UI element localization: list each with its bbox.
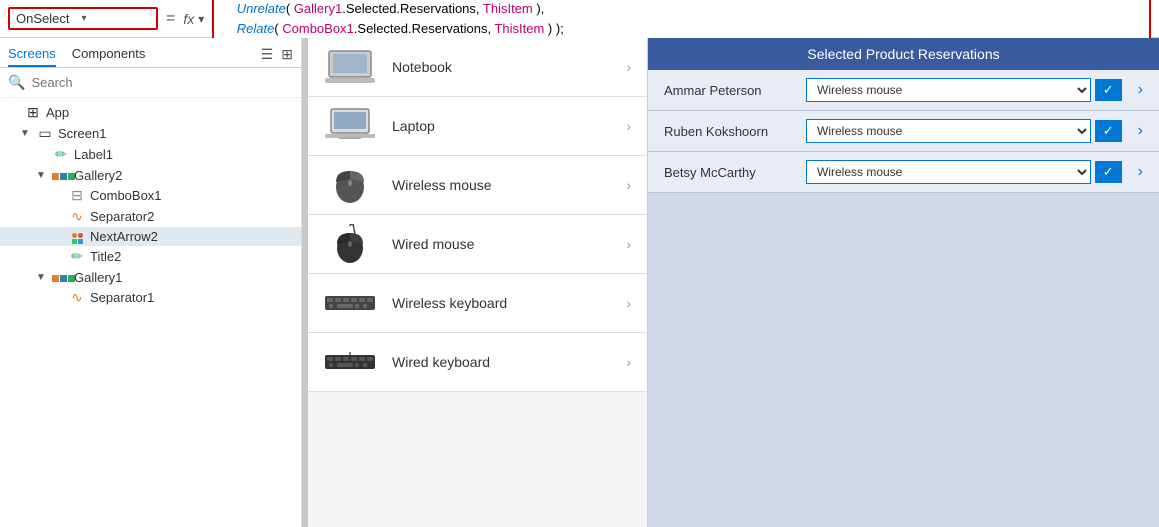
wired-keyboard-image <box>324 343 376 381</box>
row-arrow-ruben[interactable]: › <box>1138 122 1143 140</box>
formula-line-2: Unrelate( Gallery1.Selected.Reservations… <box>222 0 1141 19</box>
formula-selector[interactable]: OnSelect ▾ <box>8 7 158 30</box>
tree-item-label1[interactable]: ✏ Label1 <box>0 144 301 165</box>
gallery1-icon <box>52 269 70 285</box>
tree-item-separator1[interactable]: ∿ Separator1 <box>0 287 301 308</box>
main-content: Screens Components ☰ ⊞ 🔍 ⊞ App ▼ ▭ Scree… <box>0 38 1159 527</box>
wired-keyboard-arrow: › <box>626 354 631 370</box>
list-view-icon[interactable]: ☰ <box>261 46 274 63</box>
combo-btn-betsy[interactable]: ✓ <box>1095 161 1122 183</box>
fx-chevron: ▾ <box>198 12 204 26</box>
formula-selector-chevron: ▾ <box>81 13 86 24</box>
gallery-item-wireless-keyboard[interactable]: Wireless keyboard › <box>308 274 647 333</box>
tree-label-combobox1: ComboBox1 <box>90 188 162 203</box>
tree-arrow-gallery1: ▼ <box>36 272 48 283</box>
tree-item-gallery2[interactable]: ▼ Gallery2 <box>0 165 301 185</box>
tree-label-app: App <box>46 105 69 120</box>
tree-label-separator2: Separator2 <box>90 209 154 224</box>
tree-arrow-screen1: ▼ <box>20 128 32 139</box>
tab-screens[interactable]: Screens <box>8 42 56 67</box>
wired-mouse-image <box>324 225 376 263</box>
reservation-row-betsy: Betsy McCarthy Wireless mouse ✓ › <box>648 152 1159 193</box>
formula-bar: OnSelect ▾ = fx ▾ If( IsBlank( ComboBox1… <box>0 0 1159 38</box>
nextarrow2-icon <box>68 229 86 244</box>
tree-panel: ⊞ App ▼ ▭ Screen1 ✏ Label1 ▼ <box>0 98 301 527</box>
wireless-mouse-arrow: › <box>626 177 631 193</box>
row-arrow-ammar[interactable]: › <box>1138 81 1143 99</box>
wired-mouse-label: Wired mouse <box>392 236 610 252</box>
tree-label-title2: Title2 <box>90 249 121 264</box>
reservation-combo-betsy: Wireless mouse ✓ <box>806 160 1122 184</box>
tree-item-gallery1[interactable]: ▼ Gallery1 <box>0 267 301 287</box>
grid-view-icon[interactable]: ⊞ <box>281 46 293 63</box>
equals-sign: = <box>166 10 175 28</box>
reservation-combo-ammar: Wireless mouse ✓ <box>806 78 1122 102</box>
formula-line-3: Relate( ComboBox1.Selected.Reservations,… <box>222 19 1141 39</box>
combo-btn-ammar[interactable]: ✓ <box>1095 79 1122 101</box>
tree-item-combobox1[interactable]: ⊟ ComboBox1 <box>0 185 301 206</box>
tab-icons: ☰ ⊞ <box>261 46 293 63</box>
wired-keyboard-label: Wired keyboard <box>392 354 610 370</box>
product-gallery: Notebook › Laptop › <box>308 38 648 527</box>
tree-item-title2[interactable]: ✏ Title2 <box>0 246 301 267</box>
reservation-combo-ruben: Wireless mouse ✓ <box>806 119 1122 143</box>
wireless-keyboard-label: Wireless keyboard <box>392 295 610 311</box>
tree-label-gallery2: Gallery2 <box>74 168 122 183</box>
wired-mouse-arrow: › <box>626 236 631 252</box>
combo-select-betsy[interactable]: Wireless mouse <box>806 160 1091 184</box>
tree-label-nextarrow2: NextArrow2 <box>90 229 158 244</box>
tab-components[interactable]: Components <box>72 42 146 67</box>
left-panel: Screens Components ☰ ⊞ 🔍 ⊞ App ▼ ▭ Scree… <box>0 38 302 527</box>
combo-select-ruben[interactable]: Wireless mouse <box>806 119 1091 143</box>
reservation-row-ruben: Ruben Kokshoorn Wireless mouse ✓ › <box>648 111 1159 152</box>
search-input[interactable] <box>31 75 293 90</box>
wireless-keyboard-arrow: › <box>626 295 631 311</box>
gallery-item-wired-keyboard[interactable]: Wired keyboard › <box>308 333 647 392</box>
tree-item-screen1[interactable]: ▼ ▭ Screen1 <box>0 123 301 144</box>
reservation-name-ruben: Ruben Kokshoorn <box>664 124 794 139</box>
gallery-item-laptop[interactable]: Laptop › <box>308 97 647 156</box>
notebook-label: Notebook <box>392 59 610 75</box>
reservation-name-betsy: Betsy McCarthy <box>664 165 794 180</box>
gallery-item-wireless-mouse[interactable]: Wireless mouse › <box>308 156 647 215</box>
search-box: 🔍 <box>0 68 301 98</box>
notebook-image <box>324 48 376 86</box>
tree-item-separator2[interactable]: ∿ Separator2 <box>0 206 301 227</box>
wireless-keyboard-image <box>324 284 376 322</box>
reservation-row-ammar: Ammar Peterson Wireless mouse ✓ › <box>648 70 1159 111</box>
combo-btn-ruben[interactable]: ✓ <box>1095 120 1122 142</box>
laptop-label: Laptop <box>392 118 610 134</box>
combobox-icon: ⊟ <box>68 187 86 204</box>
tabs-bar: Screens Components ☰ ⊞ <box>0 38 301 68</box>
reservations-panel: Selected Product Reservations Ammar Pete… <box>648 38 1159 527</box>
wireless-mouse-image <box>324 166 376 204</box>
label-icon: ✏ <box>52 146 70 163</box>
separator1-icon: ∿ <box>68 289 86 306</box>
tree-label-label1: Label1 <box>74 147 113 162</box>
row-arrow-betsy[interactable]: › <box>1138 163 1143 181</box>
app-icon: ⊞ <box>24 104 42 121</box>
screen-icon: ▭ <box>36 125 54 142</box>
title2-icon: ✏ <box>68 248 86 265</box>
reservation-name-ammar: Ammar Peterson <box>664 83 794 98</box>
reservations-header: Selected Product Reservations <box>648 38 1159 70</box>
separator2-icon: ∿ <box>68 208 86 225</box>
tree-label-screen1: Screen1 <box>58 126 106 141</box>
notebook-arrow: › <box>626 59 631 75</box>
formula-name: OnSelect <box>16 11 69 26</box>
gallery2-icon <box>52 167 70 183</box>
laptop-image <box>324 107 376 145</box>
gallery-item-notebook[interactable]: Notebook › <box>308 38 647 97</box>
laptop-arrow: › <box>626 118 631 134</box>
tree-item-nextarrow2[interactable]: NextArrow2 <box>0 227 301 246</box>
wireless-mouse-label: Wireless mouse <box>392 177 610 193</box>
gallery-item-wired-mouse[interactable]: Wired mouse › <box>308 215 647 274</box>
search-icon: 🔍 <box>8 74 25 91</box>
tree-arrow-gallery2: ▼ <box>36 170 48 181</box>
tree-label-gallery1: Gallery1 <box>74 270 122 285</box>
fx-label: fx <box>183 11 194 27</box>
combo-select-ammar[interactable]: Wireless mouse <box>806 78 1091 102</box>
tree-label-separator1: Separator1 <box>90 290 154 305</box>
tree-item-app[interactable]: ⊞ App <box>0 102 301 123</box>
